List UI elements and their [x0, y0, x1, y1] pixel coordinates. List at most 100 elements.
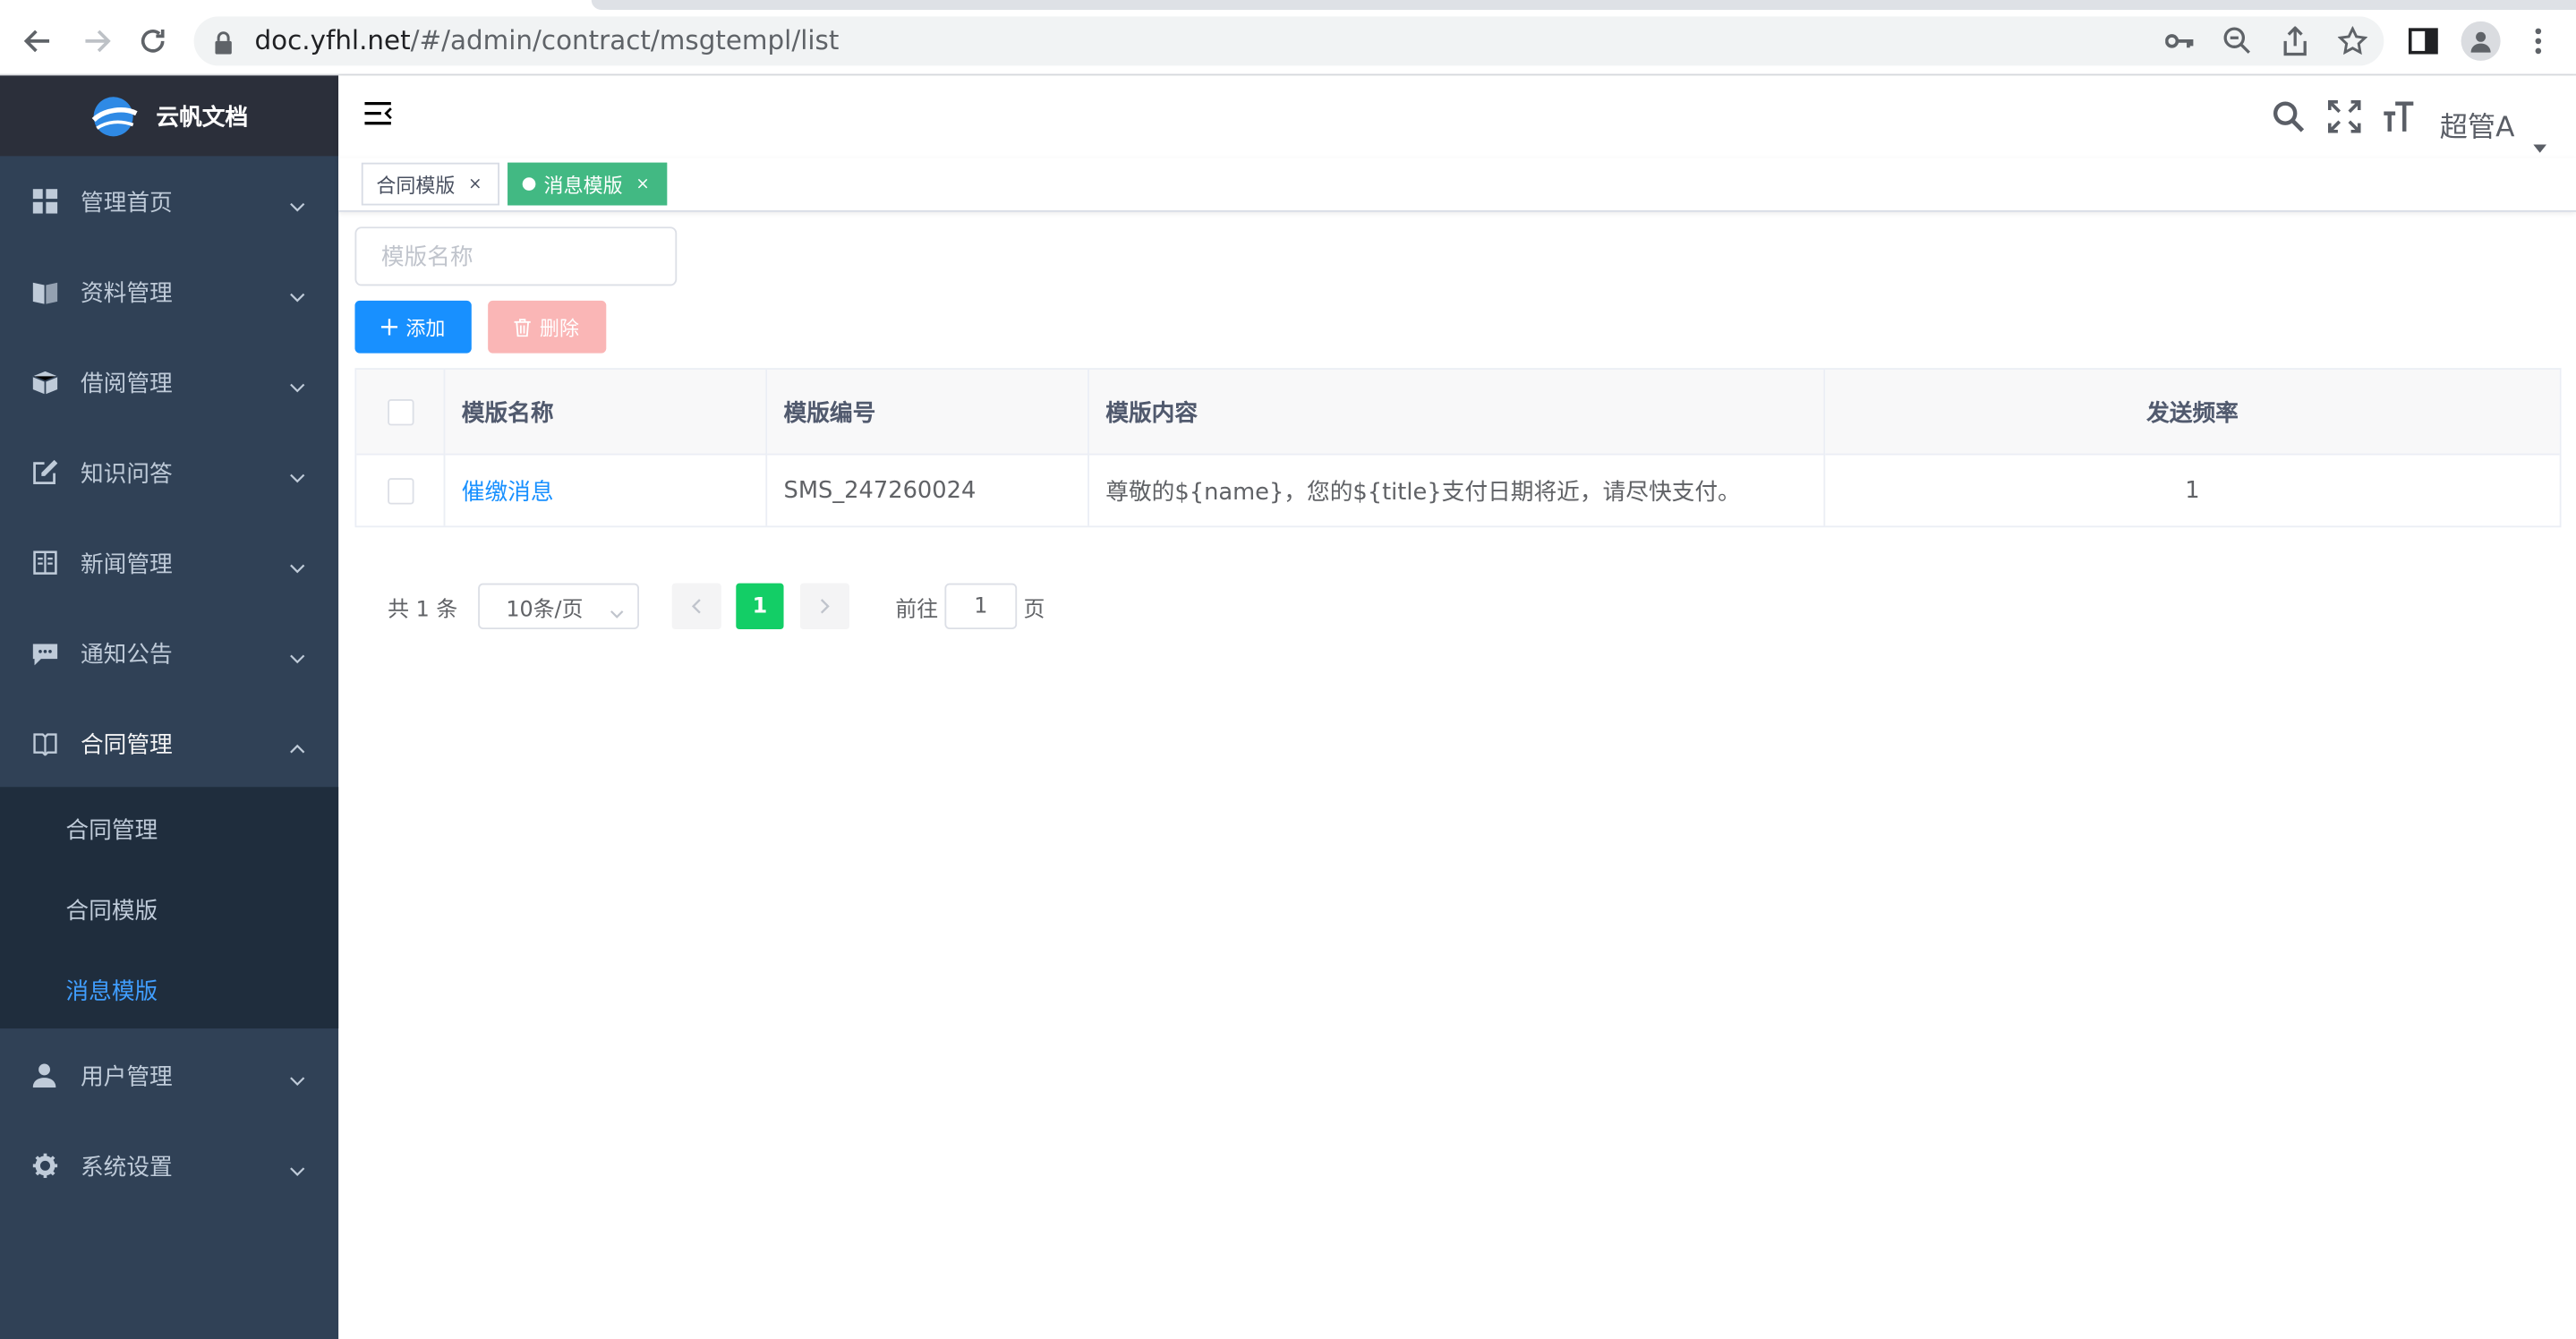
borrow-icon: [31, 369, 57, 395]
user-icon: [31, 1062, 57, 1088]
header-select-cell: [356, 370, 446, 456]
logo[interactable]: 云帆文档: [0, 75, 339, 157]
template-name-link[interactable]: 催缴消息: [462, 474, 554, 507]
more-menu-icon[interactable]: [2519, 21, 2558, 61]
trash-icon: [515, 318, 532, 337]
sidebar-item-news[interactable]: 新闻管理: [0, 517, 338, 608]
add-button-label: 添加: [405, 316, 446, 340]
contract-icon: [31, 730, 57, 756]
close-icon[interactable]: ×: [635, 175, 649, 192]
submenu-item-contract-template[interactable]: 合同模版: [0, 869, 338, 950]
reload-icon[interactable]: [132, 20, 175, 63]
page-size-select[interactable]: 10条/页: [478, 583, 640, 630]
hamburger-icon[interactable]: [363, 100, 393, 133]
share-icon[interactable]: [2275, 21, 2315, 61]
page-number-current[interactable]: 1: [736, 583, 784, 630]
pagination-total: 共 1 条: [388, 598, 458, 623]
fullscreen-icon[interactable]: [2326, 98, 2362, 134]
sidebar-item-label: 通知公告: [80, 641, 173, 669]
active-dot-icon: [522, 177, 536, 191]
column-header-name: 模版名称: [445, 370, 768, 456]
sidebar-item-label: 系统设置: [80, 1154, 173, 1181]
chevron-up-icon: [289, 735, 305, 761]
sidebar-item-settings[interactable]: 系统设置: [0, 1121, 338, 1211]
dashboard-icon: [31, 188, 57, 214]
gear-icon: [31, 1153, 57, 1179]
key-icon[interactable]: [2161, 21, 2200, 61]
search-icon[interactable]: [2271, 98, 2307, 134]
column-header-content: 模版内容: [1088, 370, 1826, 456]
forward-icon[interactable]: [75, 20, 118, 63]
side-panel-icon[interactable]: [2403, 21, 2443, 61]
sidebar-item-label: 借阅管理: [80, 370, 173, 397]
delete-button-label: 删除: [539, 316, 580, 340]
edit-icon: [31, 459, 57, 485]
chevron-down-icon: [289, 554, 305, 580]
submenu-item-message-template[interactable]: 消息模版: [0, 950, 338, 1030]
sidebar-item-label: 用户管理: [80, 1063, 173, 1090]
chevron-right-icon: [820, 599, 830, 614]
chevron-down-icon: [289, 1156, 305, 1182]
chevron-down-icon: [610, 601, 625, 627]
sidebar-item-label: 新闻管理: [80, 550, 173, 578]
input-placeholder: 模版名称: [380, 244, 473, 271]
close-icon[interactable]: ×: [468, 175, 482, 192]
news-icon: [31, 550, 57, 576]
sidebar-item-documents[interactable]: 资料管理: [0, 246, 338, 337]
tag-label: 合同模版: [376, 173, 456, 197]
font-size-icon[interactable]: [2381, 98, 2417, 134]
delete-button[interactable]: 删除: [488, 300, 607, 354]
select-all-checkbox[interactable]: [387, 398, 414, 425]
add-button[interactable]: 添加: [354, 300, 472, 354]
goto-label: 前往: [895, 598, 939, 623]
chevron-down-icon: [289, 283, 305, 309]
lock-icon[interactable]: [214, 30, 234, 61]
star-icon[interactable]: [2333, 21, 2372, 61]
chevron-down-icon: [289, 644, 305, 670]
goto-page-input[interactable]: 1: [944, 583, 1018, 630]
sidebar-item-label: 管理首页: [80, 190, 173, 217]
next-page-button[interactable]: [799, 583, 849, 630]
sidebar-item-label: 合同管理: [80, 731, 173, 759]
tab-strip-inactive: [591, 0, 2576, 11]
row-select-cell: [356, 455, 446, 526]
caret-down-icon[interactable]: [2533, 128, 2547, 159]
sidebar-item-label: 资料管理: [80, 279, 173, 307]
user-name[interactable]: 超管A: [2440, 104, 2515, 145]
sidebar-item-users[interactable]: 用户管理: [0, 1030, 338, 1121]
row-checkbox[interactable]: [387, 477, 414, 504]
back-icon[interactable]: [16, 20, 59, 63]
page-size-value: 10条/页: [506, 597, 584, 622]
logo-icon: [91, 96, 138, 136]
sidebar-item-label: 知识问答: [80, 460, 173, 488]
zoom-icon[interactable]: [2218, 21, 2257, 61]
submenu-item-contract[interactable]: 合同管理: [0, 789, 338, 869]
chevron-down-icon: [289, 192, 305, 218]
profile-avatar-icon[interactable]: [2461, 21, 2501, 61]
template-name-input[interactable]: 模版名称: [354, 226, 678, 286]
tag-contract-template[interactable]: 合同模版 ×: [361, 162, 499, 206]
tag-label: 消息模版: [543, 173, 623, 197]
logo-text: 云帆文档: [156, 104, 249, 131]
navbar: [338, 75, 2576, 158]
chevron-down-icon: [289, 373, 305, 399]
table-cell-name: 催缴消息: [445, 455, 768, 526]
chevron-down-icon: [289, 1066, 305, 1092]
prev-page-button[interactable]: [671, 583, 721, 630]
table-cell-code: SMS_247260024: [767, 455, 1089, 526]
tag-message-template[interactable]: 消息模版 ×: [508, 162, 668, 206]
sidebar-item-notice[interactable]: 通知公告: [0, 608, 338, 698]
tags-view: [338, 158, 2576, 212]
chevron-down-icon: [289, 464, 305, 490]
table-cell-frequency: 1: [2185, 477, 2200, 504]
sidebar-item-contract[interactable]: 合同管理: [0, 698, 338, 789]
sidebar-item-qa[interactable]: 知识问答: [0, 427, 338, 517]
plus-icon: [380, 319, 398, 336]
column-header-frequency: 发送频率: [1825, 370, 2560, 456]
sidebar-item-borrow[interactable]: 借阅管理: [0, 337, 338, 427]
column-header-code: 模版编号: [767, 370, 1089, 456]
sidebar-item-dashboard[interactable]: 管理首页: [0, 156, 338, 246]
chevron-left-icon: [691, 599, 701, 614]
url-text[interactable]: doc.yfhl.net/#/admin/contract/msgtempl/l…: [255, 25, 840, 56]
message-icon: [31, 640, 57, 666]
